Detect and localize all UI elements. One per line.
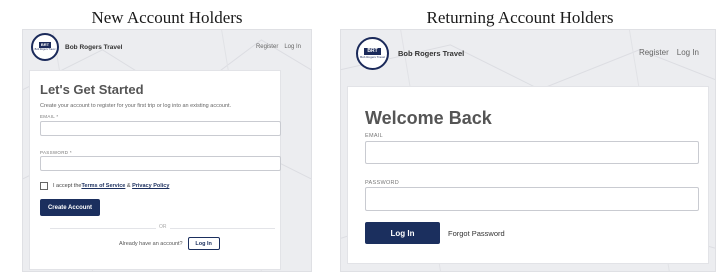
or-separator: OR [156,224,170,230]
terms-row: I accept the Terms of Service & Privacy … [40,182,169,190]
brand-name: Bob Rogers Travel [398,49,465,58]
logo-subtext: Bob Rogers Travel [360,55,385,59]
login-card: Welcome Back EMAIL PASSWORD Log In Forgo… [347,86,709,264]
create-account-button[interactable]: Create Account [40,199,100,216]
signup-screen: BRT Bob Rogers Travel Bob Rogers Travel … [22,29,312,272]
password-label: PASSWORD [365,180,400,186]
logo-mark: BRT [364,48,381,55]
login-button-secondary[interactable]: Log In [187,237,220,250]
signup-card: Let's Get Started Create your account to… [29,70,281,270]
email-label: EMAIL [365,133,384,139]
terms-checkbox[interactable] [40,182,48,190]
email-label: EMAIL * [40,114,59,119]
caption-returning-account-holders: Returning Account Holders [426,8,614,27]
register-link[interactable]: Register [639,48,669,57]
logo-subtext: Bob Rogers Travel [34,48,56,52]
email-field[interactable] [365,141,699,164]
password-label: PASSWORD * [40,150,72,155]
existing-account-row: Already have an account? Log In [119,237,220,250]
login-screen: BRT Bob Rogers Travel Bob Rogers Travel … [340,29,716,272]
site-header: BRT Bob Rogers Travel Bob Rogers Travel [31,33,122,61]
intro-text: Create your account to register for your… [40,103,232,109]
login-button[interactable]: Log In [365,222,440,244]
page-title: Let's Get Started [40,82,144,97]
password-field[interactable] [40,156,281,171]
logo[interactable]: BRT Bob Rogers Travel [356,37,389,70]
forgot-password-link[interactable]: Forgot Password [448,229,505,238]
logo[interactable]: BRT Bob Rogers Travel [31,33,59,61]
page-title: Welcome Back [365,108,492,128]
site-header: BRT Bob Rogers Travel Bob Rogers Travel [356,37,464,70]
top-nav: Register Log In [639,48,699,57]
terms-prefix: I accept the [53,183,82,189]
password-field[interactable] [365,187,699,211]
brand-name: Bob Rogers Travel [65,43,123,51]
privacy-policy-link[interactable]: Privacy Policy [132,183,169,189]
terms-of-service-link[interactable]: Terms of Service [81,183,125,189]
top-nav: Register Log In [256,44,301,50]
have-account-text: Already have an account? [119,240,183,247]
terms-and: & [125,183,133,189]
register-link[interactable]: Register [256,44,278,50]
email-field[interactable] [40,121,281,136]
login-link[interactable]: Log In [284,44,301,50]
caption-new-account-holders: New Account Holders [91,8,243,27]
login-link[interactable]: Log In [677,48,699,57]
